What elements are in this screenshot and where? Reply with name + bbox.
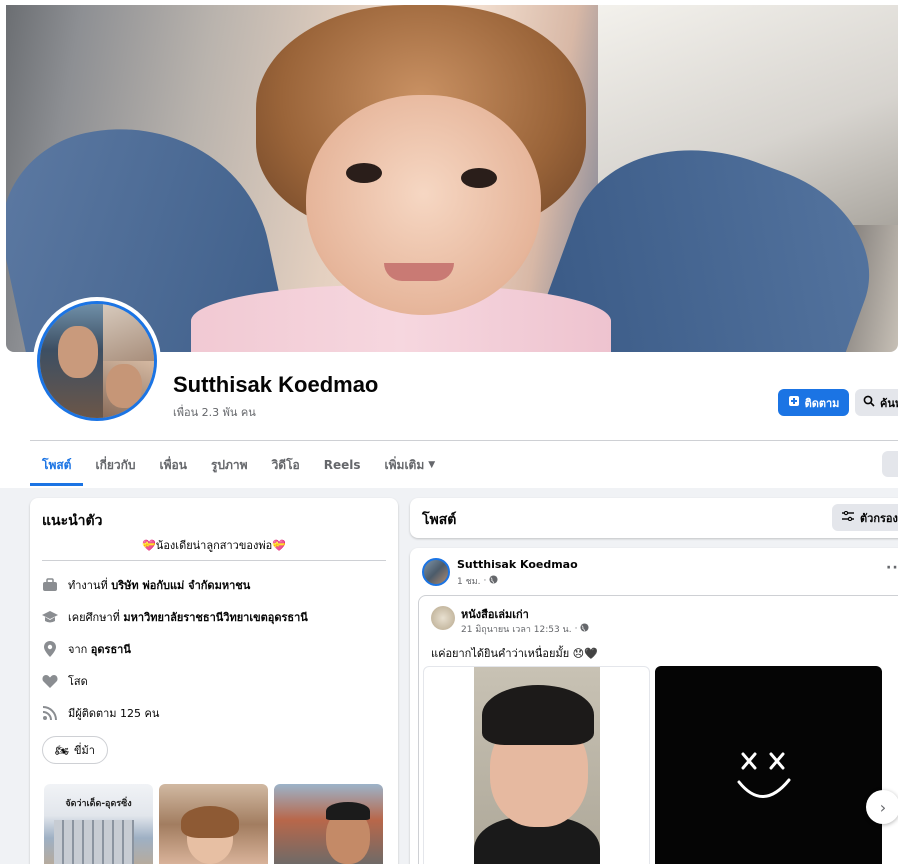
post-card: Sutthisak Koedmao 1 ชม. · ··· หนังสือเล่… <box>410 548 898 864</box>
shared-post-time[interactable]: 21 มิถุนายน เวลา 12:53 น. <box>461 622 572 636</box>
profile-name: Sutthisak Koedmao <box>173 372 379 397</box>
post-author-name[interactable]: Sutthisak Koedmao <box>457 558 578 571</box>
post-author-avatar[interactable] <box>422 558 450 586</box>
photo-caption: จัดว่าเด็ด-อุดรซิ่ง <box>65 799 132 809</box>
filter-button[interactable]: ตัวกรอง <box>832 504 898 531</box>
heart-icon <box>42 673 58 689</box>
intro-divider <box>42 560 386 561</box>
posts-title: โพสต์ <box>422 512 457 528</box>
globe-icon <box>489 575 498 587</box>
post-photo[interactable] <box>423 666 650 864</box>
shared-page-avatar[interactable] <box>431 606 455 630</box>
intro-photo[interactable] <box>274 784 383 864</box>
rss-icon <box>42 705 58 721</box>
intro-education: เคยศึกษาที่ มหาวิทยาลัยราชธานีวิทยาเขตอุ… <box>42 608 308 626</box>
tab-friends[interactable]: เพื่อน <box>148 444 199 486</box>
intro-bio: 💝น้องเดียน่าลูกสาวของพ่อ💝 <box>142 539 286 552</box>
cover-photo[interactable] <box>6 5 898 352</box>
posts-header: โพสต์ ตัวกรอง <box>410 498 898 538</box>
briefcase-icon <box>42 577 58 593</box>
globe-icon <box>580 623 589 635</box>
search-button[interactable]: ค้นหา <box>855 389 898 416</box>
intro-hometown: จาก อุดรธานี <box>42 640 131 658</box>
friends-count[interactable]: เพื่อน 2.3 พัน คน <box>173 403 256 421</box>
hobby-label: ขี่ม้า <box>73 744 95 757</box>
profile-tabs: โพสต์ เกี่ยวกับ เพื่อน รูปภาพ วิดีโอ Ree… <box>30 444 447 486</box>
follow-plus-icon <box>788 395 800 410</box>
tab-posts[interactable]: โพสต์ <box>30 444 84 486</box>
shared-post-meta: 21 มิถุนายน เวลา 12:53 น. · <box>461 622 589 636</box>
post-time[interactable]: 1 ชม. <box>457 574 481 588</box>
shared-page-name[interactable]: หนังสือเล่มเก่า <box>461 605 529 623</box>
graduation-cap-icon <box>42 609 58 625</box>
post-photo[interactable] <box>655 666 882 864</box>
tab-reels[interactable]: Reels <box>312 444 373 486</box>
dizzy-smiley-icon <box>737 752 791 798</box>
sliders-icon <box>842 510 854 524</box>
location-pin-icon <box>42 641 58 657</box>
tab-photos[interactable]: รูปภาพ <box>199 444 260 486</box>
chevron-right-icon[interactable]: › <box>866 790 898 824</box>
more-options-icon[interactable]: ··· <box>886 560 898 576</box>
search-label: ค้นหา <box>880 396 898 410</box>
post-meta: 1 ชม. · <box>457 574 498 588</box>
follow-button[interactable]: ติดตาม <box>778 389 849 416</box>
filter-label: ตัวกรอง <box>860 511 898 525</box>
shared-post-text: แค่อยากได้ยินคำว่าเหนื่อยมั้ย 😞🖤 <box>431 647 598 660</box>
motorcycle-icon: 🏍 <box>55 743 69 757</box>
chevron-down-icon: ▼ <box>428 460 436 470</box>
shared-post: หนังสือเล่มเก่า 21 มิถุนายน เวลา 12:53 น… <box>418 595 898 864</box>
header-divider <box>30 440 898 441</box>
intro-followers: มีผู้ติดตาม 125 คน <box>42 704 159 722</box>
profile-avatar[interactable] <box>33 297 161 425</box>
follow-label: ติดตาม <box>804 396 840 410</box>
hobby-chip[interactable]: 🏍 ขี่ม้า <box>42 736 108 764</box>
intro-relationship: โสด <box>42 672 88 690</box>
intro-card: แนะนำตัว 💝น้องเดียน่าลูกสาวของพ่อ💝 ทำงาน… <box>30 498 398 864</box>
intro-photo[interactable]: จัดว่าเด็ด-อุดรซิ่ง <box>44 784 153 864</box>
tab-videos[interactable]: วิดีโอ <box>260 444 312 486</box>
intro-photo[interactable] <box>159 784 268 864</box>
intro-title: แนะนำตัว <box>42 513 103 529</box>
intro-work: ทำงานที่ บริษัท พ่อกับแม่ จำกัดมหาชน <box>42 576 250 594</box>
tab-options-button[interactable] <box>882 451 898 477</box>
tab-more[interactable]: เพิ่มเติม ▼ <box>373 444 448 486</box>
search-icon <box>863 395 875 410</box>
tab-about[interactable]: เกี่ยวกับ <box>83 444 147 486</box>
